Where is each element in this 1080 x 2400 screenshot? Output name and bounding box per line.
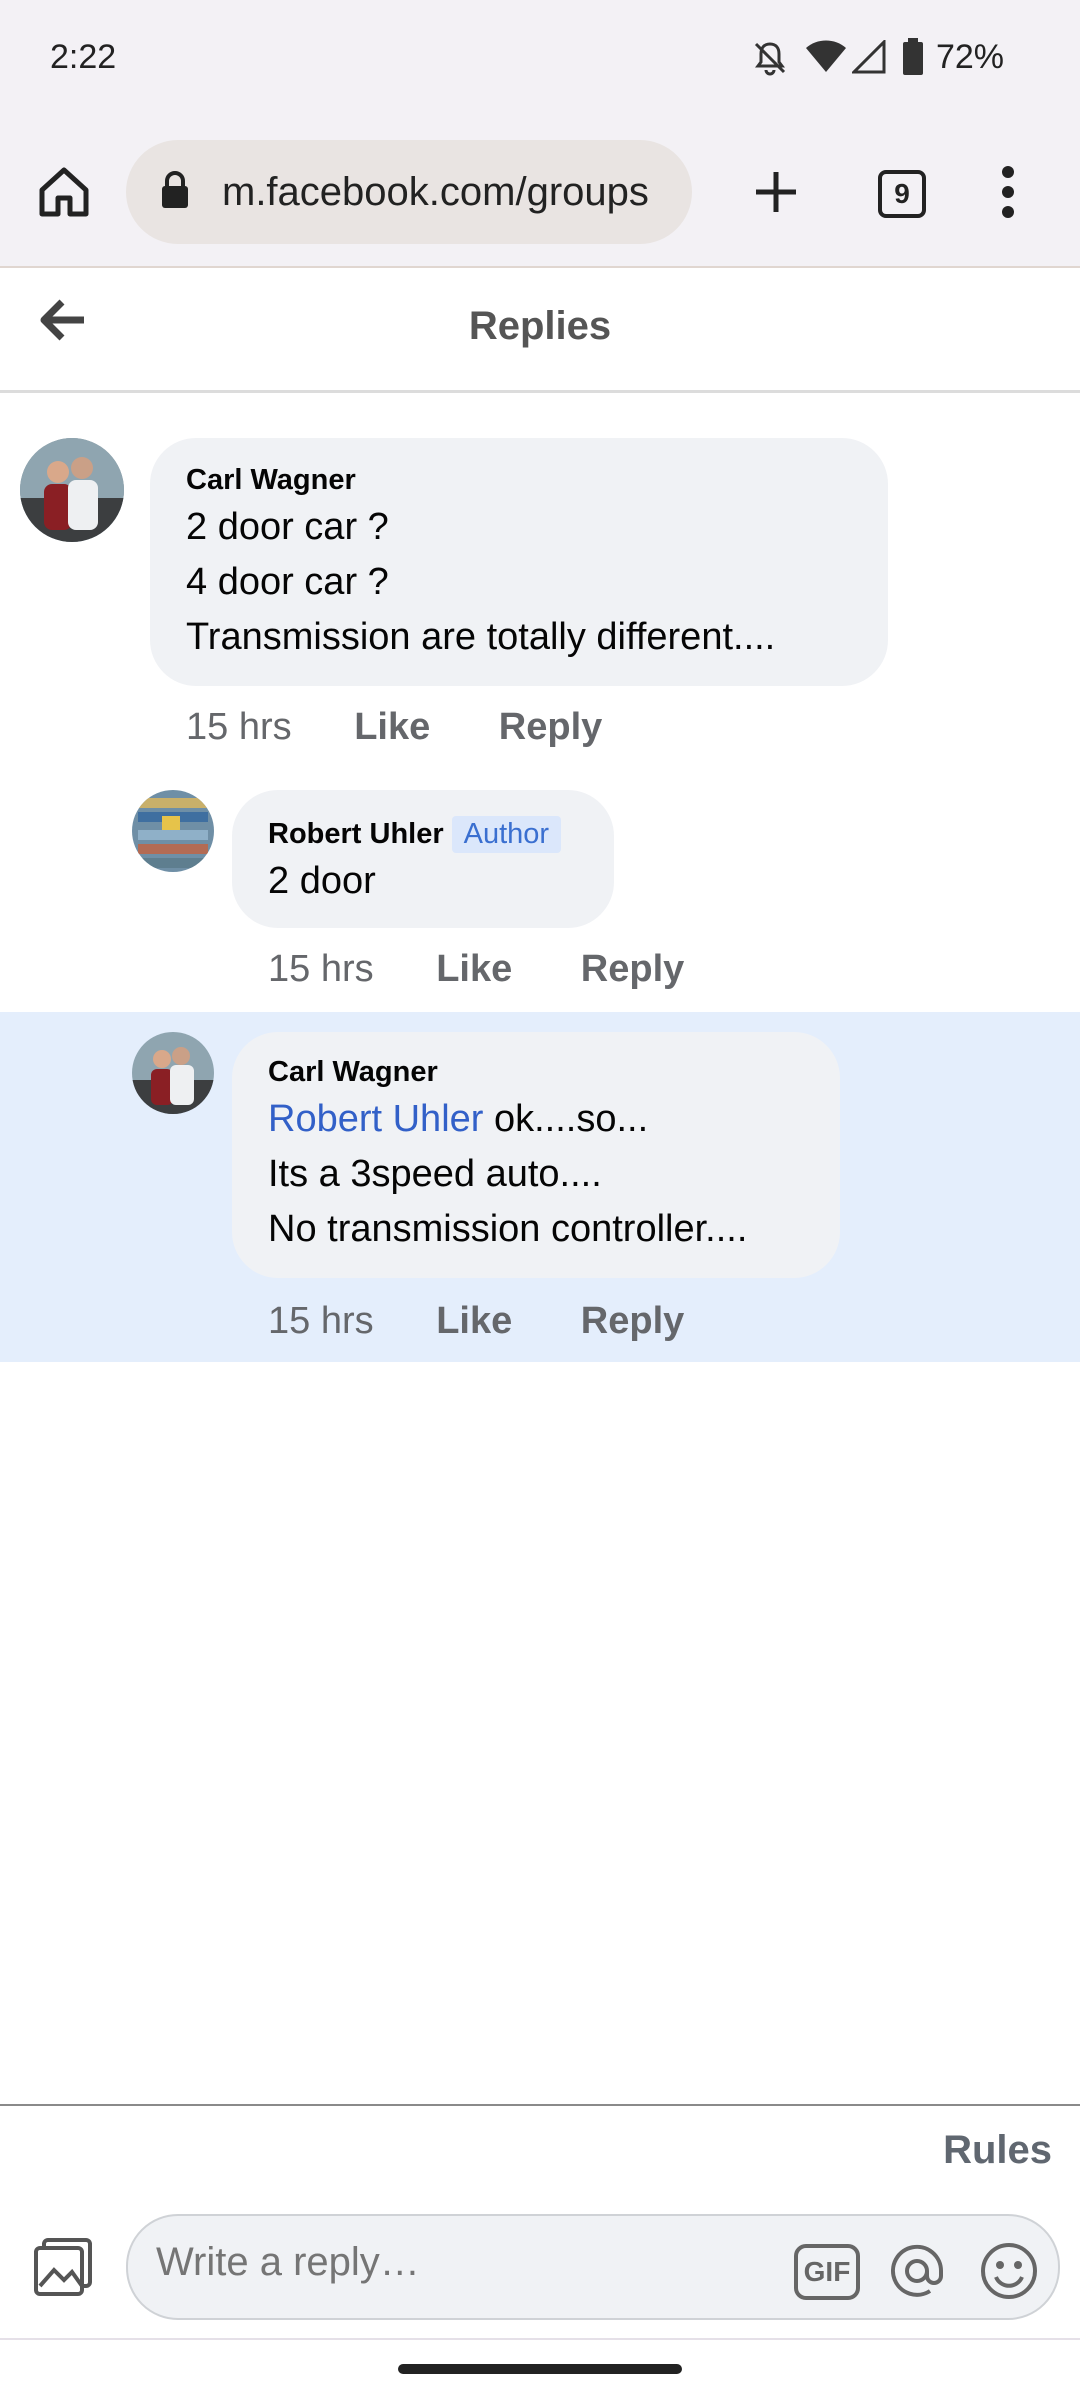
comment-actions: 15 hrs Like Reply xyxy=(186,706,602,749)
browser-toolbar: m.facebook.com/groups 9 xyxy=(0,120,1080,268)
tab-count: 9 xyxy=(894,178,910,209)
like-button[interactable]: Like xyxy=(354,706,430,748)
like-button[interactable]: Like xyxy=(436,1300,512,1342)
rules-link[interactable]: Rules xyxy=(943,2128,1052,2173)
avatar[interactable] xyxy=(132,790,214,872)
nav-bar-divider xyxy=(0,2338,1080,2340)
comment-line: Its a 3speed auto.... xyxy=(268,1153,602,1195)
home-icon[interactable] xyxy=(38,166,90,218)
new-tab-icon[interactable] xyxy=(752,168,800,216)
comment-bubble: Robert Uhler Author 2 door xyxy=(232,790,614,928)
comment-bubble: Carl Wagner Robert Uhler ok....so... Its… xyxy=(232,1032,840,1278)
replies-header: Replies xyxy=(0,268,1080,393)
page-title: Replies xyxy=(468,304,612,348)
photo-icon[interactable] xyxy=(32,2236,94,2298)
bell-off-icon xyxy=(754,42,786,76)
comment-time: 15 hrs xyxy=(186,706,292,748)
comment-line: 2 door car ? xyxy=(186,506,389,548)
emoji-icon[interactable] xyxy=(978,2240,1040,2302)
reply-button[interactable]: Reply xyxy=(581,1300,684,1342)
status-time: 2:22 xyxy=(50,38,117,76)
home-indicator[interactable] xyxy=(398,2364,682,2374)
reply-composer: GIF xyxy=(126,2214,1060,2320)
status-bar: 2:22 72% xyxy=(0,0,1080,120)
avatar[interactable] xyxy=(132,1032,214,1114)
url-text: m.facebook.com/groups xyxy=(222,170,649,214)
wifi-icon xyxy=(806,40,846,72)
tabs-icon[interactable]: 9 xyxy=(878,170,926,218)
more-icon[interactable] xyxy=(996,164,1020,220)
comment-actions: 15 hrs Like Reply xyxy=(268,1300,684,1343)
battery-icon xyxy=(903,38,923,75)
comment-line: Transmission are totally different.... xyxy=(186,616,776,658)
comment-line: 2 door xyxy=(268,860,376,902)
comment-actions: 15 hrs Like Reply xyxy=(268,948,684,991)
mention-icon[interactable] xyxy=(886,2240,948,2302)
mention-link[interactable]: Robert Uhler xyxy=(268,1098,483,1140)
battery-percent: 72% xyxy=(935,38,1004,76)
reply-button[interactable]: Reply xyxy=(581,948,684,990)
author-badge: Author xyxy=(451,816,562,853)
lock-icon xyxy=(162,171,188,208)
comment-text: ok....so... xyxy=(483,1098,649,1140)
comment-time: 15 hrs xyxy=(268,948,374,990)
reply-button[interactable]: Reply xyxy=(499,706,602,748)
avatar-photo xyxy=(20,438,124,542)
gif-label: GIF xyxy=(803,2256,851,2287)
comment-time: 15 hrs xyxy=(268,1300,374,1342)
like-button[interactable]: Like xyxy=(436,948,512,990)
comment-line: Robert Uhler ok....so... xyxy=(268,1092,648,1147)
reply-input[interactable] xyxy=(156,2240,716,2285)
comment-line: 4 door car ? xyxy=(186,561,389,603)
gif-icon[interactable]: GIF xyxy=(794,2244,860,2300)
avatar-photo xyxy=(132,790,214,872)
comment-bubble: Carl Wagner 2 door car ? 4 door car ? Tr… xyxy=(150,438,888,686)
comment-author[interactable]: Carl Wagner xyxy=(186,464,356,497)
comment-line: No transmission controller.... xyxy=(268,1208,748,1250)
avatar[interactable] xyxy=(20,438,124,542)
comment-author-line: Robert Uhler Author xyxy=(268,816,562,853)
url-bar[interactable]: m.facebook.com/groups xyxy=(126,140,692,244)
comment-author[interactable]: Carl Wagner xyxy=(268,1056,438,1089)
comment-author[interactable]: Robert Uhler xyxy=(268,818,444,850)
signal-icon xyxy=(852,40,886,74)
footer-divider xyxy=(0,2104,1080,2106)
avatar-photo xyxy=(132,1032,214,1114)
